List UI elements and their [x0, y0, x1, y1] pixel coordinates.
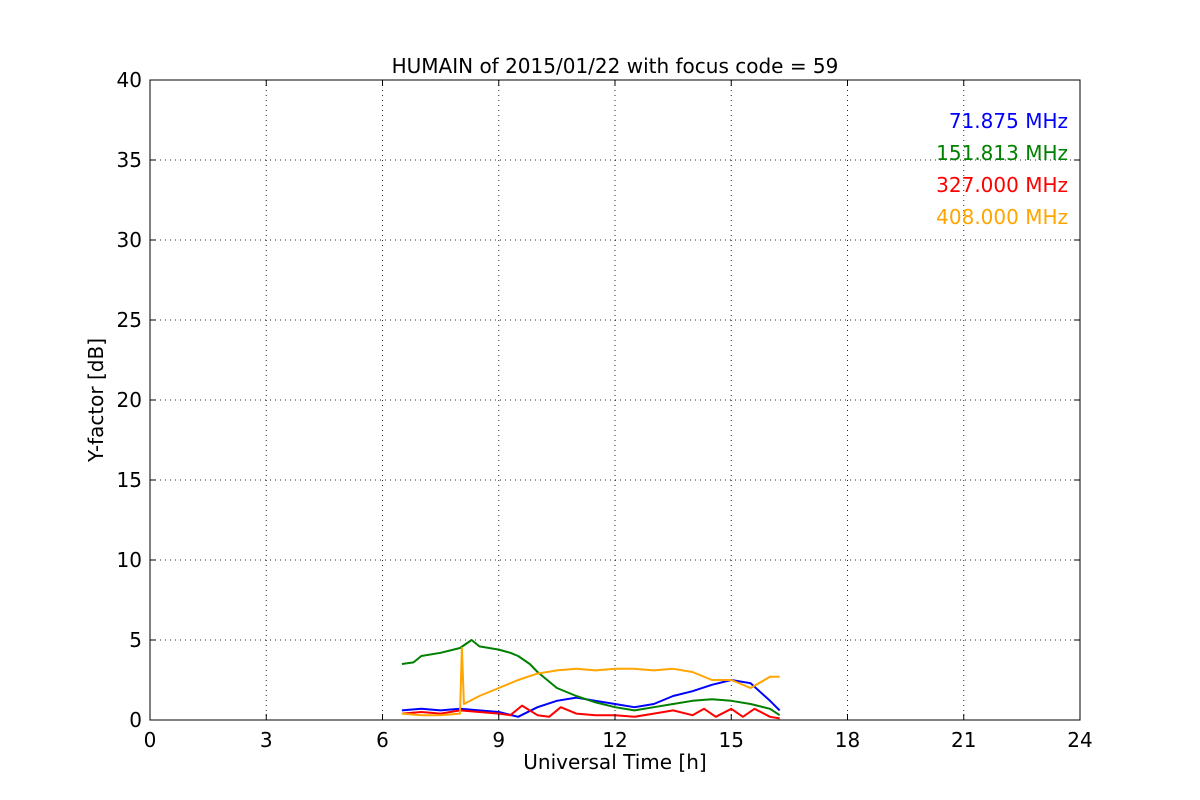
x-tick-label: 15 — [719, 728, 744, 752]
y-tick-label: 40 — [117, 68, 142, 92]
x-tick-label: 0 — [144, 728, 157, 752]
x-tick-labels: 0 3 6 9 12 15 18 21 24 — [144, 728, 1093, 752]
y-tick-label: 30 — [117, 228, 142, 252]
x-tick-label: 6 — [376, 728, 389, 752]
chart: HUMAIN of 2015/01/22 with focus code = 5… — [84, 54, 1093, 774]
y-tick-label: 5 — [129, 628, 142, 652]
series-line-2 — [401, 704, 780, 720]
y-tick-label: 0 — [129, 708, 142, 732]
y-tick-labels: 0 5 10 15 20 25 30 35 40 — [117, 68, 142, 732]
y-tick-label: 25 — [117, 308, 142, 332]
x-tick-label: 9 — [492, 728, 505, 752]
y-tick-label: 10 — [117, 548, 142, 572]
y-axis-title: Y-factor [dB] — [84, 338, 108, 463]
y-tick-label: 35 — [117, 148, 142, 172]
x-tick-label: 24 — [1067, 728, 1092, 752]
legend-entry-0: 71.875 MHz — [949, 109, 1068, 133]
legend: 71.875 MHz 151.813 MHz 327.000 MHz 408.000 … — [936, 109, 1068, 229]
legend-entry-3: 408.000 MHz — [936, 205, 1068, 229]
chart-title: HUMAIN of 2015/01/22 with focus code = 5… — [392, 54, 839, 78]
series-line-1 — [401, 639, 781, 717]
legend-entry-2: 327.000 MHz — [936, 173, 1068, 197]
y-tick-label: 20 — [117, 388, 142, 412]
x-axis-title: Universal Time [h] — [523, 750, 706, 774]
x-tick-label: 21 — [951, 728, 976, 752]
series-group — [401, 639, 781, 720]
x-tick-label: 18 — [835, 728, 860, 752]
y-tick-label: 15 — [117, 468, 142, 492]
legend-entry-1: 151.813 MHz — [936, 141, 1068, 165]
x-tick-label: 12 — [602, 728, 627, 752]
x-tick-label: 3 — [260, 728, 273, 752]
